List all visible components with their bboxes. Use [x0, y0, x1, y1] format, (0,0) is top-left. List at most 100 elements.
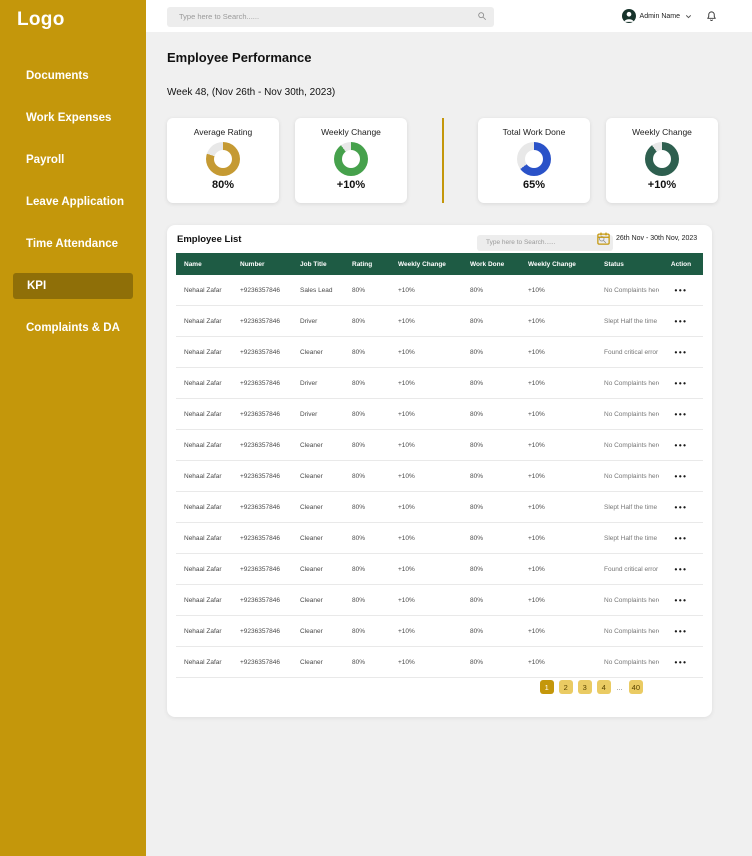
status-cell: Slept Half the time [596, 491, 659, 523]
pagination-page-2[interactable]: 2 [558, 680, 573, 694]
action-cell: ••• [659, 305, 703, 337]
status-cell: No Complaints here [596, 584, 659, 616]
kpi-cards: Average Rating 80% Weekly Change +10% To… [167, 118, 719, 203]
card-title: Average Rating [193, 127, 253, 137]
number-cell: +9236357846 [232, 275, 292, 306]
rating-cell: 80% [344, 398, 390, 430]
status-cell: No Complaints here [596, 429, 659, 461]
sidebar-item-time-attendance[interactable]: Time Attendance [0, 223, 146, 265]
weekly-change-cell: +10% [390, 398, 462, 430]
weekly-change-cell: +10% [390, 275, 462, 306]
rating-cell: 80% [344, 646, 390, 678]
name-cell: Nehaal Zafar [176, 646, 232, 678]
donut-chart-weekly-change-1 [334, 142, 368, 176]
calendar-icon[interactable] [596, 231, 611, 246]
employee-table-body: Nehaal Zafar +9236357846 Sales Lead 80% +10%… [176, 275, 703, 678]
number-cell: +9236357846 [232, 429, 292, 461]
job-title-cell: Driver [292, 305, 344, 337]
employee-search-input[interactable] [477, 234, 613, 251]
action-cell: ••• [659, 584, 703, 616]
row-actions-button[interactable]: ••• [675, 286, 688, 295]
employee-table: Name Number Job Title Rating Weekly Change Wo… [176, 253, 703, 678]
weekly-change-cell: +10% [390, 615, 462, 647]
name-cell: Nehaal Zafar [176, 553, 232, 585]
pagination-page-4[interactable]: 4 [596, 680, 611, 694]
sidebar-item-documents[interactable]: Documents [0, 55, 146, 97]
date-range-label[interactable]: 26th Nov - 30th Nov, 2023 [616, 235, 697, 242]
topbar: Admin Name [146, 0, 752, 32]
table-row: Nehaal Zafar +9236357846 Cleaner 80% +10% 80%… [176, 460, 703, 492]
number-cell: +9236357846 [232, 615, 292, 647]
rating-cell: 80% [344, 275, 390, 306]
card-value: +10% [647, 179, 677, 191]
sidebar-item-kpi[interactable]: KPI [13, 273, 133, 299]
job-title-cell: Cleaner [292, 491, 344, 523]
row-actions-button[interactable]: ••• [675, 565, 688, 574]
status-cell: No Complaints here [596, 367, 659, 399]
card-value: 65% [522, 179, 546, 191]
action-cell: ••• [659, 646, 703, 678]
search-icon[interactable] [477, 11, 487, 21]
pagination-page-3[interactable]: 3 [577, 680, 592, 694]
row-actions-button[interactable]: ••• [675, 410, 688, 419]
work-done-cell: 80% [462, 522, 520, 554]
number-cell: +9236357846 [232, 553, 292, 585]
status-cell: Found critical error [596, 553, 659, 585]
row-actions-button[interactable]: ••• [675, 441, 688, 450]
weekly-change-cell: +10% [520, 584, 596, 616]
row-actions-button[interactable]: ••• [675, 379, 688, 388]
rating-cell: 80% [344, 553, 390, 585]
card-total-work-done: Total Work Done 65% [478, 118, 590, 203]
row-actions-button[interactable]: ••• [675, 503, 688, 512]
work-done-cell: 80% [462, 398, 520, 430]
weekly-change-cell: +10% [520, 429, 596, 461]
sidebar-item-work-expenses[interactable]: Work Expenses [0, 97, 146, 139]
sidebar-item-complaints-da[interactable]: Complaints & DA [0, 307, 146, 349]
card-value: +10% [336, 179, 366, 191]
sidebar-item-payroll[interactable]: Payroll [0, 139, 146, 181]
name-cell: Nehaal Zafar [176, 522, 232, 554]
rating-cell: 80% [344, 584, 390, 616]
column-header: Status [596, 253, 659, 275]
row-actions-button[interactable]: ••• [675, 596, 688, 605]
notifications-bell-icon[interactable] [706, 10, 717, 22]
card-title: Weekly Change [321, 127, 381, 137]
employee-table-header-row: Name Number Job Title Rating Weekly Change Wo… [176, 253, 703, 275]
work-done-cell: 80% [462, 615, 520, 647]
sidebar: Logo Documents Work Expenses Payroll Lea… [0, 0, 146, 856]
sidebar-item-leave-application[interactable]: Leave Application [0, 181, 146, 223]
table-row: Nehaal Zafar +9236357846 Cleaner 80% +10% 80%… [176, 429, 703, 461]
name-cell: Nehaal Zafar [176, 429, 232, 461]
topbar-user-area: Admin Name [621, 9, 752, 23]
weekly-change-cell: +10% [520, 615, 596, 647]
chevron-down-icon[interactable] [684, 12, 693, 21]
work-done-cell: 80% [462, 367, 520, 399]
table-row: Nehaal Zafar +9236357846 Cleaner 80% +10% 80%… [176, 584, 703, 616]
row-actions-button[interactable]: ••• [675, 658, 688, 667]
job-title-cell: Cleaner [292, 615, 344, 647]
row-actions-button[interactable]: ••• [675, 534, 688, 543]
table-row: Nehaal Zafar +9236357846 Driver 80% +10% 80% +… [176, 305, 703, 337]
app-logo: Logo [17, 9, 65, 30]
action-cell: ••• [659, 553, 703, 585]
user-avatar[interactable] [621, 9, 636, 23]
pagination: 1 2 3 4... 40 [539, 680, 643, 694]
pagination-page-1[interactable]: 1 [539, 680, 554, 694]
table-row: Nehaal Zafar +9236357846 Sales Lead 80% +10%… [176, 275, 703, 306]
employee-table-wrap: Name Number Job Title Rating Weekly Change Wo… [176, 253, 703, 678]
sidebar-menu: Documents Work Expenses Payroll Leave Ap… [0, 55, 146, 349]
work-done-cell: 80% [462, 336, 520, 368]
weekly-change-cell: +10% [520, 522, 596, 554]
number-cell: +9236357846 [232, 367, 292, 399]
global-search-input[interactable] [167, 6, 494, 27]
row-actions-button[interactable]: ••• [675, 627, 688, 636]
status-cell: No Complaints here [596, 646, 659, 678]
row-actions-button[interactable]: ••• [675, 472, 688, 481]
row-actions-button[interactable]: ••• [675, 348, 688, 357]
table-row: Nehaal Zafar +9236357846 Cleaner 80% +10% 80%… [176, 646, 703, 678]
pagination-page-40[interactable]: 40 [628, 680, 643, 694]
job-title-cell: Driver [292, 367, 344, 399]
row-actions-button[interactable]: ••• [675, 317, 688, 326]
action-cell: ••• [659, 275, 703, 306]
weekly-change-cell: +10% [520, 305, 596, 337]
